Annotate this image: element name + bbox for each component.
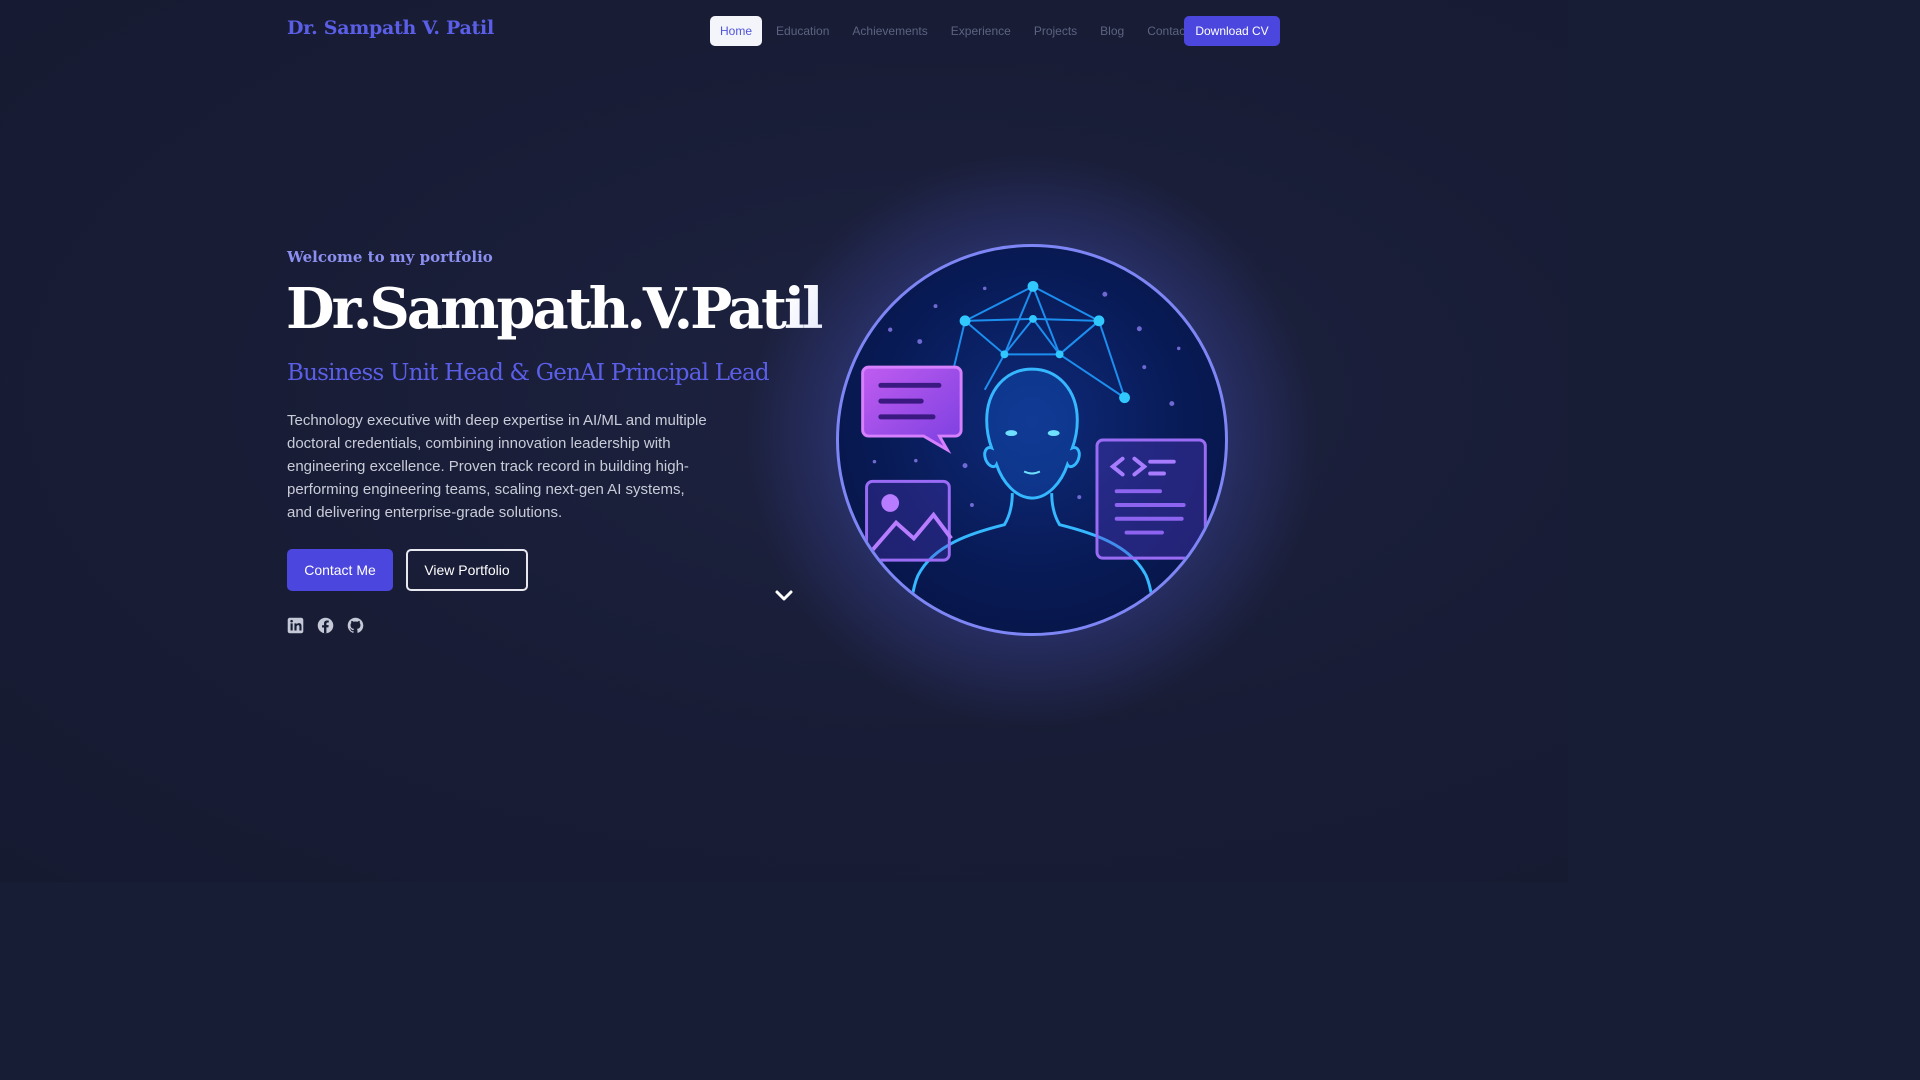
welcome-tagline: Welcome to my portfolio xyxy=(287,248,493,266)
nav-item-achievements[interactable]: Achievements xyxy=(843,16,936,46)
nav-item-blog[interactable]: Blog xyxy=(1091,16,1133,46)
nav-item-experience[interactable]: Experience xyxy=(942,16,1020,46)
download-cv-button[interactable]: Download CV xyxy=(1184,16,1280,46)
nav-menu: Home Education Achievements Experience P… xyxy=(710,16,1203,46)
nav-item-home[interactable]: Home xyxy=(710,16,763,46)
top-navbar: Dr. Sampath V. Patil Home Education Achi… xyxy=(0,0,1568,62)
ai-avatar-illustration xyxy=(836,244,1228,636)
hero-name-heading: Dr.Sampath.V.Patil xyxy=(286,276,823,342)
view-portfolio-button[interactable]: View Portfolio xyxy=(406,549,528,591)
ai-head-network-icon xyxy=(861,280,1207,633)
facebook-icon[interactable] xyxy=(317,617,334,634)
brand-logo-text[interactable]: Dr. Sampath V. Patil xyxy=(287,17,494,39)
linkedin-icon[interactable] xyxy=(287,617,304,634)
contact-me-button[interactable]: Contact Me xyxy=(287,549,393,591)
social-links xyxy=(287,617,364,634)
github-icon[interactable] xyxy=(347,617,364,634)
role-subtitle: Business Unit Head & GenAI Principal Lea… xyxy=(287,360,770,386)
nav-item-education[interactable]: Education xyxy=(767,16,838,46)
nav-item-projects[interactable]: Projects xyxy=(1025,16,1086,46)
bio-paragraph: Technology executive with deep expertise… xyxy=(287,412,707,521)
